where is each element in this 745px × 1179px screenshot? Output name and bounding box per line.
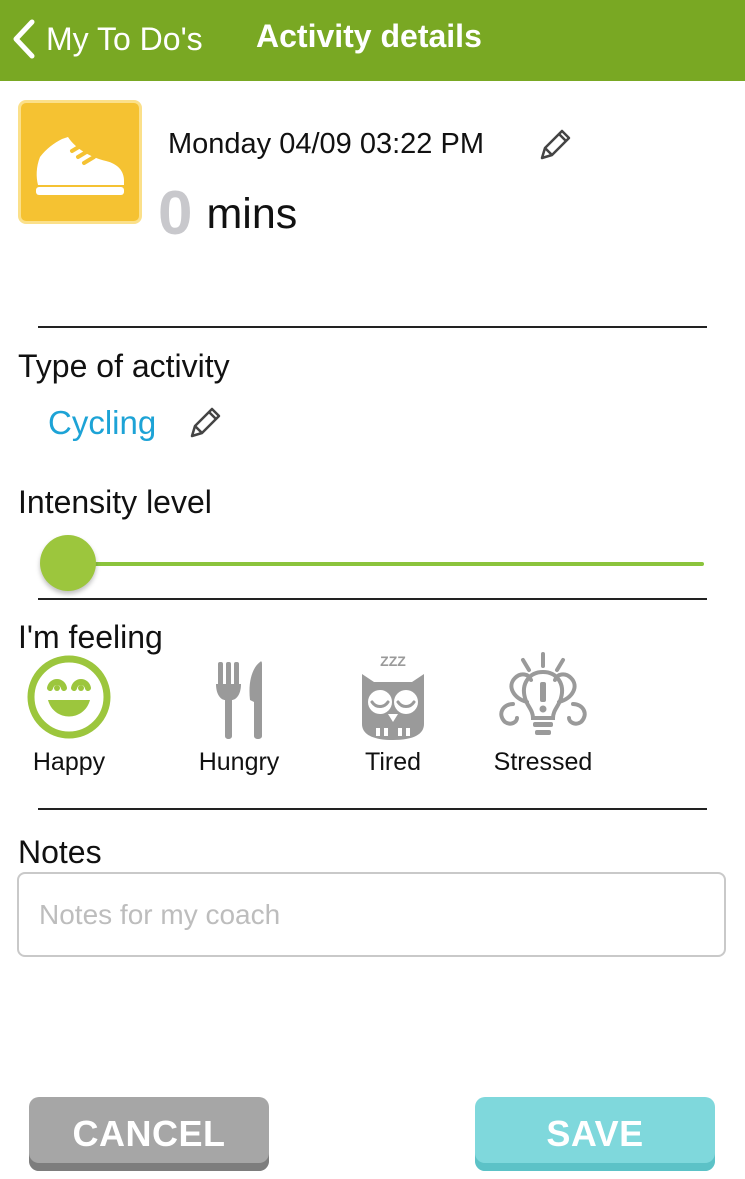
- feeling-option-label: Stressed: [493, 748, 593, 776]
- intensity-slider-thumb[interactable]: [40, 535, 96, 591]
- notes-label: Notes: [18, 834, 102, 870]
- divider: [38, 326, 707, 328]
- activity-type-link[interactable]: Cycling: [48, 404, 156, 442]
- feeling-option-hungry[interactable]: Hungry: [184, 652, 294, 777]
- feeling-option-label: Happy: [32, 748, 106, 776]
- sleepy-owl-icon: ZZZ: [362, 653, 424, 740]
- edit-activity-type-pencil-icon[interactable]: [186, 404, 224, 447]
- top-nav-bar: My To Do's Activity details: [0, 0, 745, 81]
- divider: [38, 598, 707, 600]
- type-of-activity-label: Type of activity: [18, 348, 230, 384]
- duration-value: 0: [158, 179, 193, 248]
- feeling-option-label: Tired: [364, 748, 422, 776]
- fork-knife-icon: [216, 661, 262, 739]
- stressed-bulb-icon: [499, 652, 587, 735]
- activity-icon-tile: [18, 100, 142, 224]
- feeling-label: I'm feeling: [18, 619, 163, 655]
- page-title: Activity details: [256, 18, 482, 54]
- feeling-option-stressed[interactable]: Stressed: [483, 652, 603, 777]
- back-button-label: My To Do's: [46, 20, 203, 57]
- running-shoe-icon: [36, 137, 124, 195]
- save-button[interactable]: SAVE: [475, 1097, 715, 1171]
- activity-datetime: Monday 04/09 03:22 PM: [168, 128, 484, 160]
- happy-face-icon: [27, 655, 111, 739]
- intensity-level-label: Intensity level: [18, 484, 212, 520]
- divider: [38, 808, 707, 810]
- notes-input[interactable]: [17, 872, 726, 957]
- feeling-option-tired[interactable]: ZZZ Tired: [338, 652, 448, 777]
- back-button[interactable]: My To Do's: [12, 14, 203, 64]
- feeling-option-happy[interactable]: Happy: [14, 652, 124, 777]
- intensity-slider-track[interactable]: [66, 562, 704, 566]
- duration-unit: mins: [206, 190, 298, 238]
- feeling-option-label: Hungry: [198, 748, 280, 776]
- cancel-button[interactable]: CANCEL: [29, 1097, 269, 1171]
- chevron-left-icon: [13, 19, 35, 59]
- edit-datetime-pencil-icon[interactable]: [536, 126, 574, 169]
- activity-duration: 0 mins: [158, 178, 297, 249]
- svg-text:ZZZ: ZZZ: [380, 653, 406, 669]
